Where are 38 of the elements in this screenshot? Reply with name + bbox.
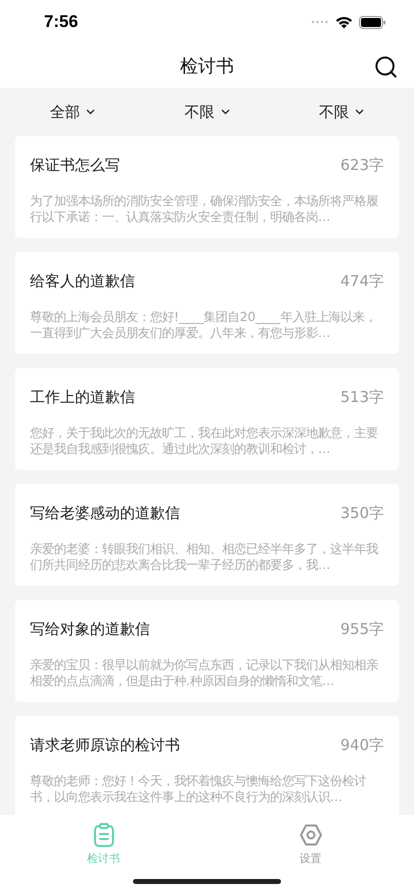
letter-preview: 亲爱的宝贝：很早以前就为你写点东西，记录以下我们从相知相亲相爱的点点滴滴，但是由于种.种原因自身的懒惰和文笔… xyxy=(30,657,379,689)
letter-card[interactable]: 写给对象的道歉信 955字 亲爱的宝贝：很早以前就为你写点东西，记录以下我们从相知相亲相爱的点点滴滴，但是由于种.种原因自身的懒惰和文笔… xyxy=(15,600,399,702)
word-count: 623字 xyxy=(340,156,384,175)
letter-preview: 为了加强本场所的消防安全管理，确保消防安全，本场所将严格履行以下承诺：一、认真落实防火安全责任制，明确各岗… xyxy=(30,193,379,225)
battery-icon xyxy=(359,16,386,28)
chevron-down-icon xyxy=(86,109,95,115)
filter-dropdown[interactable]: 不限 xyxy=(180,98,234,126)
page-title: 检讨书 xyxy=(180,55,234,78)
filter-dropdown[interactable]: 不限 xyxy=(315,98,368,126)
letter-card[interactable]: 请求老师原谅的检讨书 940字 尊敬的老师：您好！今天，我怀着愧疚与懊悔给您写下这份检讨书，以向您表示我在这件事上的这种不良行为的深刻认识… xyxy=(15,716,399,815)
letter-title: 给客人的道歉信 xyxy=(30,272,135,291)
letter-card[interactable]: 保证书怎么写 623字 为了加强本场所的消防安全管理，确保消防安全，本场所将严格履行以下承诺：一、认真落实防火安全责任制，明确各岗… xyxy=(15,136,399,238)
word-count: 350字 xyxy=(340,504,384,523)
settings-icon xyxy=(298,823,322,847)
signal-icon xyxy=(311,20,329,24)
letter-title: 工作上的道歉信 xyxy=(30,388,135,407)
letter-title: 写给老婆感动的道歉信 xyxy=(30,504,180,523)
word-count: 955字 xyxy=(340,620,384,639)
word-count: 474字 xyxy=(340,272,384,291)
letter-card[interactable]: 工作上的道歉信 513字 您好，关于我此次的无故旷工，我在此对您表示深深地歉意，主要还是我自我感到很愧疚。通过此次深刻的教训和检讨，… xyxy=(15,368,399,470)
chevron-down-icon xyxy=(355,109,364,115)
letter-card[interactable]: 写给老婆感动的道歉信 350字 亲爱的老婆：转眼我们相识、相知、相恋已经半年多了，这半年我们所共同经历的悲欢离合比我一辈子经历的都要多，我… xyxy=(15,484,399,586)
clipboard-icon xyxy=(92,823,114,847)
word-count: 940字 xyxy=(340,736,384,755)
wifi-icon xyxy=(335,16,353,28)
letter-preview: 您好，关于我此次的无故旷工，我在此对您表示深深地歉意，主要还是我自我感到很愧疚。通过此次深刻的教训和检讨，… xyxy=(30,425,379,457)
status-time: 7:56 xyxy=(44,12,78,32)
letter-preview: 亲爱的老婆：转眼我们相识、相知、相恋已经半年多了，这半年我们所共同经历的悲欢离合比我一辈子经历的都要多，我… xyxy=(30,541,379,573)
letter-card[interactable]: 给客人的道歉信 474字 尊敬的上海会员朋友：您好!____集团自20____年入驻上海以来，一直得到广大会员朋友们的厚爱。八年来，有您与形影… xyxy=(15,252,399,354)
letter-preview: 尊敬的上海会员朋友：您好!____集团自20____年入驻上海以来，一直得到广大会员朋友们的厚爱。八年来，有您与形影… xyxy=(30,309,378,341)
letter-title: 保证书怎么写 xyxy=(30,156,120,175)
chevron-down-icon xyxy=(220,109,230,115)
letter-title: 请求老师原谅的检讨书 xyxy=(30,736,180,755)
letter-title: 写给对象的道歉信 xyxy=(30,620,150,639)
filter-dropdown[interactable]: 全部 xyxy=(46,98,99,126)
word-count: 513字 xyxy=(340,388,384,407)
letter-preview: 尊敬的老师：您好！今天，我怀着愧疚与懊悔给您写下这份检讨书，以向您表示我在这件事上的这种不良行为的深刻认识… xyxy=(30,773,367,805)
search-icon[interactable] xyxy=(375,56,397,78)
